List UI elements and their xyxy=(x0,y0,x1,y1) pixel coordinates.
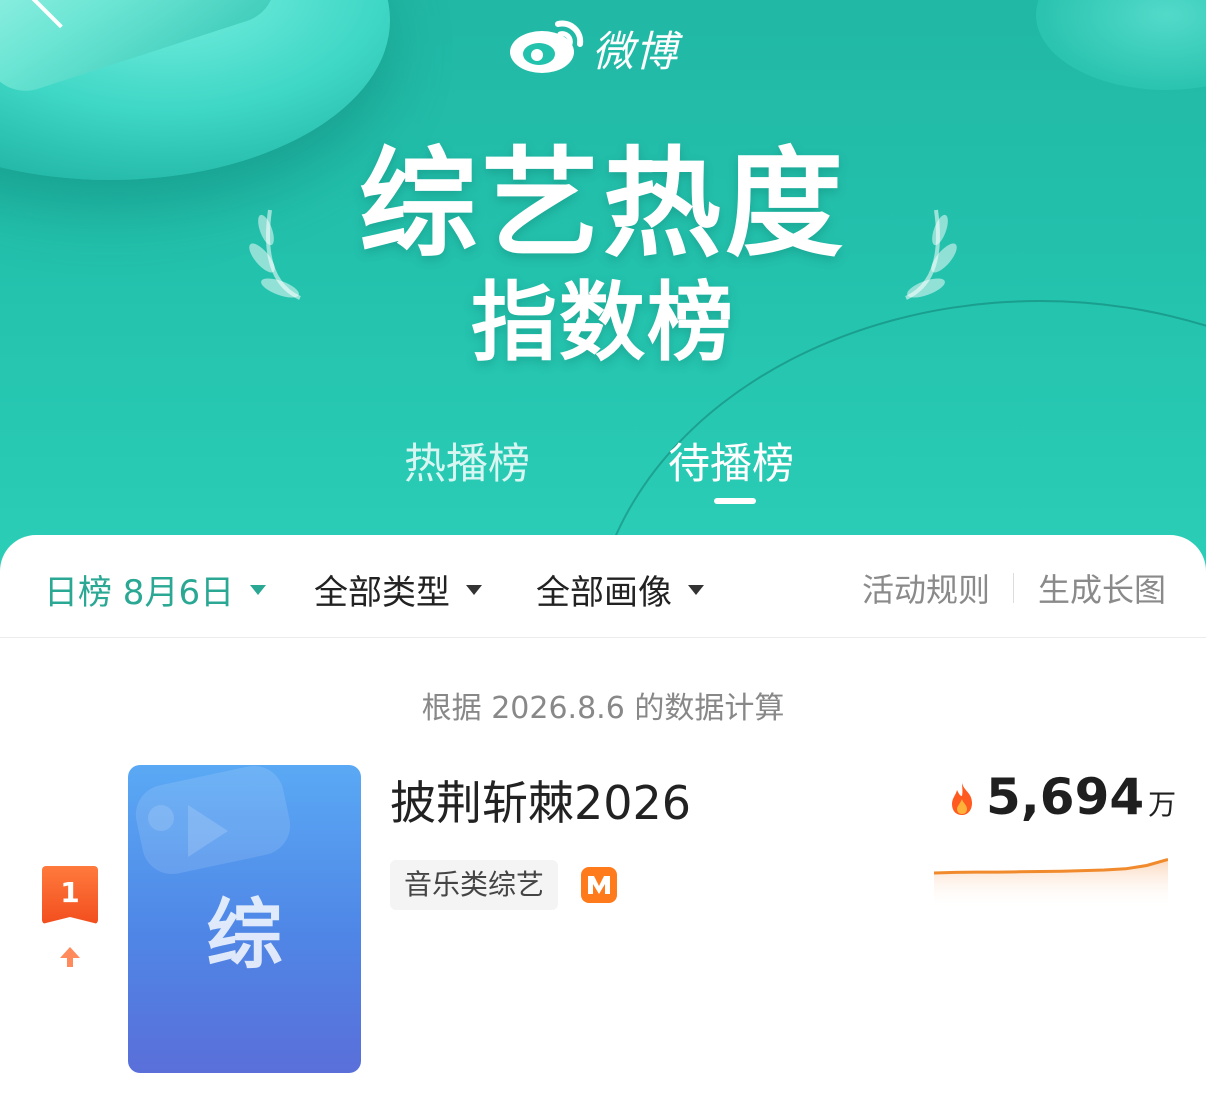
weibo-logo: 微博 xyxy=(508,6,708,76)
generate-long-image-link[interactable]: 生成长图 xyxy=(1038,565,1166,611)
heat-value: 5,694 xyxy=(986,768,1145,826)
poster-decoration xyxy=(148,805,174,831)
rules-link[interactable]: 活动规则 xyxy=(862,565,990,611)
caret-down-icon xyxy=(688,584,704,595)
brand-name: 微博 xyxy=(592,27,679,76)
heat-index: 5,694 万 xyxy=(948,767,1176,827)
tab-upcoming[interactable]: 待播榜 xyxy=(668,430,794,491)
show-poster[interactable]: 综 xyxy=(128,765,361,1073)
date-filter-label: 日榜 8月6日 xyxy=(44,573,235,613)
show-title[interactable]: 披荆斩棘2026 xyxy=(390,767,691,833)
page-subtitle: 指数榜 xyxy=(471,273,735,373)
heat-trend-sparkline xyxy=(934,858,1168,909)
mango-tv-icon xyxy=(581,867,617,903)
persona-filter-dropdown[interactable]: 全部画像 xyxy=(536,565,704,614)
heat-unit: 万 xyxy=(1148,788,1177,821)
genre-tag: 音乐类综艺 xyxy=(390,860,559,910)
ranking-tabs: 热播榜 待播榜 xyxy=(0,430,1206,510)
tab-hot-airing[interactable]: 热播榜 xyxy=(404,430,530,491)
ranking-card: 日榜 8月6日 全部类型 全部画像 活动规则 生成长图 根据 2026.8.6 … xyxy=(0,535,1206,1096)
caret-down-icon xyxy=(250,584,267,595)
trend-up-arrow-icon xyxy=(60,947,80,967)
poster-play-shape xyxy=(188,805,228,857)
type-filter-dropdown[interactable]: 全部类型 xyxy=(314,565,482,614)
weibo-eye-icon xyxy=(510,20,584,73)
filter-bar: 日榜 8月6日 全部类型 全部画像 活动规则 生成长图 xyxy=(0,535,1206,638)
divider xyxy=(1013,573,1014,603)
poster-category-char: 综 xyxy=(206,890,283,979)
rank-badge: 1 xyxy=(42,866,98,924)
persona-filter-label: 全部画像 xyxy=(536,573,672,613)
fire-icon xyxy=(952,783,972,815)
date-filter-dropdown[interactable]: 日榜 8月6日 xyxy=(44,565,267,614)
active-tab-indicator xyxy=(714,498,756,504)
decorative-blob xyxy=(1036,0,1206,90)
header-banner: 微博 综艺热度 指数榜 热播榜 待播榜 xyxy=(0,0,1206,600)
data-calculation-note: 根据 2026.8.6 的数据计算 xyxy=(421,691,785,726)
caret-down-icon xyxy=(466,584,482,595)
type-filter-label: 全部类型 xyxy=(314,573,450,613)
list-item[interactable]: 1 综 披荆斩棘2026 音乐类综艺 5,694 万 xyxy=(0,763,1206,1083)
